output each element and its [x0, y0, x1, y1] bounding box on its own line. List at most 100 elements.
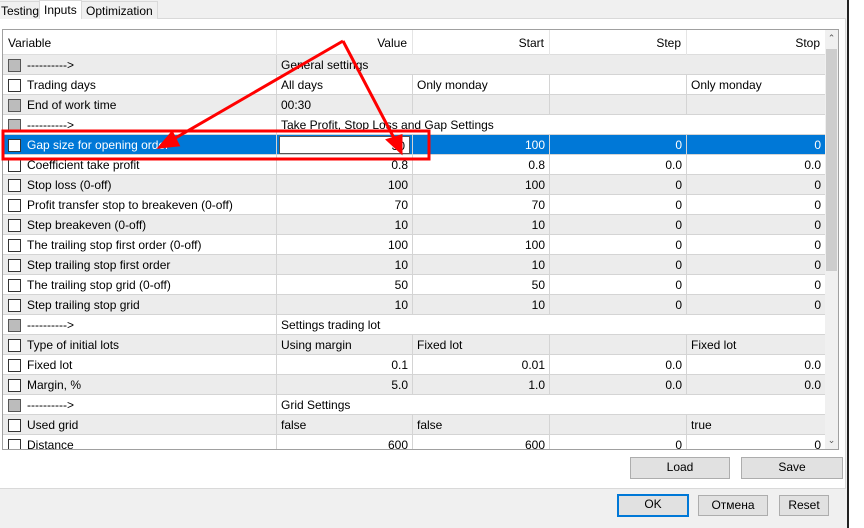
table-row[interactable]: Distance 600 600 0 0: [3, 435, 826, 449]
table-row[interactable]: The trailing stop first order (0-off) 100…: [3, 235, 826, 255]
stop-cell[interactable]: 0: [687, 255, 826, 275]
optimize-checkbox[interactable]: [8, 278, 21, 292]
value-cell[interactable]: 600: [277, 435, 413, 449]
table-row[interactable]: Margin, % 5.0 1.0 0.0 0.0: [3, 375, 826, 395]
start-cell[interactable]: Fixed lot: [413, 335, 550, 355]
tab-inputs[interactable]: Inputs: [39, 0, 82, 20]
stop-cell[interactable]: 0: [687, 435, 826, 449]
step-cell[interactable]: 0.0: [550, 355, 687, 375]
start-cell[interactable]: 10: [413, 215, 550, 235]
table-row[interactable]: Step breakeven (0-off) 10 10 0 0: [3, 215, 826, 235]
value-cell[interactable]: 10: [277, 215, 413, 235]
start-cell[interactable]: 100: [413, 235, 550, 255]
value-cell[interactable]: All days: [277, 75, 413, 95]
optimize-checkbox[interactable]: [8, 118, 21, 132]
optimize-checkbox[interactable]: [8, 418, 21, 432]
value-cell[interactable]: 00:30: [277, 95, 413, 115]
stop-cell[interactable]: Fixed lot: [687, 335, 826, 355]
step-cell[interactable]: [550, 415, 687, 435]
start-cell[interactable]: 50: [413, 275, 550, 295]
start-cell[interactable]: 1.0: [413, 375, 550, 395]
optimize-checkbox[interactable]: [8, 58, 21, 72]
table-row[interactable]: ----------> Settings trading lot: [3, 315, 826, 335]
table-row[interactable]: Coefficient take profit 0.8 0.8 0.0 0.0: [3, 155, 826, 175]
optimize-checkbox[interactable]: [8, 158, 21, 172]
optimize-checkbox[interactable]: [8, 138, 21, 152]
value-cell[interactable]: 10: [277, 295, 413, 315]
stop-cell[interactable]: 0: [687, 235, 826, 255]
value-cell[interactable]: 30: [277, 135, 413, 155]
optimize-checkbox[interactable]: [8, 358, 21, 372]
column-stop[interactable]: Stop: [687, 30, 826, 55]
value-cell[interactable]: 0.8: [277, 155, 413, 175]
scrollbar-thumb[interactable]: [826, 49, 837, 271]
save-button[interactable]: Save: [741, 457, 843, 479]
table-row[interactable]: Step trailing stop grid 10 10 0 0: [3, 295, 826, 315]
stop-cell[interactable]: 0: [687, 195, 826, 215]
optimize-checkbox[interactable]: [8, 398, 21, 412]
step-cell[interactable]: 0: [550, 235, 687, 255]
step-cell[interactable]: [550, 75, 687, 95]
chevron-up-icon[interactable]: ⌃: [825, 30, 838, 47]
chevron-down-icon[interactable]: ⌄: [825, 432, 838, 449]
optimize-checkbox[interactable]: [8, 238, 21, 252]
optimize-checkbox[interactable]: [8, 198, 21, 212]
table-row[interactable]: Gap size for opening order 30 100 0 0: [3, 135, 826, 155]
table-row[interactable]: Type of initial lots Using margin Fixed lo…: [3, 335, 826, 355]
start-cell[interactable]: 100: [413, 135, 550, 155]
step-cell[interactable]: [550, 335, 687, 355]
tab-testing[interactable]: Testing: [0, 1, 45, 19]
step-cell[interactable]: 0: [550, 175, 687, 195]
reset-button[interactable]: Reset: [779, 495, 829, 516]
stop-cell[interactable]: [687, 95, 826, 115]
value-cell[interactable]: false: [277, 415, 413, 435]
table-row[interactable]: Stop loss (0-off) 100 100 0 0: [3, 175, 826, 195]
tab-optimization[interactable]: Optimization: [81, 1, 158, 19]
step-cell[interactable]: [550, 95, 687, 115]
load-button[interactable]: Load: [630, 457, 730, 479]
vertical-scrollbar[interactable]: ⌃ ⌄: [825, 30, 838, 449]
step-cell[interactable]: 0: [550, 275, 687, 295]
column-start[interactable]: Start: [413, 30, 550, 55]
optimize-checkbox[interactable]: [8, 78, 21, 92]
stop-cell[interactable]: true: [687, 415, 826, 435]
start-cell[interactable]: 0.01: [413, 355, 550, 375]
step-cell[interactable]: 0: [550, 135, 687, 155]
table-row[interactable]: The trailing stop grid (0-off) 50 50 0 0: [3, 275, 826, 295]
stop-cell[interactable]: 0: [687, 135, 826, 155]
optimize-checkbox[interactable]: [8, 378, 21, 392]
table-row[interactable]: Fixed lot 0.1 0.01 0.0 0.0: [3, 355, 826, 375]
optimize-checkbox[interactable]: [8, 218, 21, 232]
stop-cell[interactable]: 0.0: [687, 355, 826, 375]
start-cell[interactable]: 0.8: [413, 155, 550, 175]
column-step[interactable]: Step: [550, 30, 687, 55]
step-cell[interactable]: 0: [550, 435, 687, 449]
value-cell[interactable]: 5.0: [277, 375, 413, 395]
optimize-checkbox[interactable]: [8, 298, 21, 312]
optimize-checkbox[interactable]: [8, 318, 21, 332]
table-row[interactable]: ----------> Grid Settings: [3, 395, 826, 415]
stop-cell[interactable]: 0: [687, 175, 826, 195]
step-cell[interactable]: 0.0: [550, 155, 687, 175]
start-cell[interactable]: 600: [413, 435, 550, 449]
table-row[interactable]: Used grid false false true: [3, 415, 826, 435]
step-cell[interactable]: 0: [550, 295, 687, 315]
optimize-checkbox[interactable]: [8, 98, 21, 112]
start-cell[interactable]: 70: [413, 195, 550, 215]
column-value[interactable]: Value: [277, 30, 413, 55]
optimize-checkbox[interactable]: [8, 338, 21, 352]
table-row[interactable]: End of work time 00:30: [3, 95, 826, 115]
value-cell[interactable]: Using margin: [277, 335, 413, 355]
table-row[interactable]: Trading days All days Only monday Only mond…: [3, 75, 826, 95]
value-cell[interactable]: 100: [277, 235, 413, 255]
value-cell[interactable]: 70: [277, 195, 413, 215]
ok-button[interactable]: OK: [617, 494, 689, 517]
step-cell[interactable]: 0.0: [550, 375, 687, 395]
stop-cell[interactable]: 0: [687, 295, 826, 315]
stop-cell[interactable]: Only monday: [687, 75, 826, 95]
value-input[interactable]: 30: [279, 136, 410, 154]
step-cell[interactable]: 0: [550, 255, 687, 275]
value-cell[interactable]: 50: [277, 275, 413, 295]
start-cell[interactable]: [413, 95, 550, 115]
stop-cell[interactable]: 0.0: [687, 155, 826, 175]
